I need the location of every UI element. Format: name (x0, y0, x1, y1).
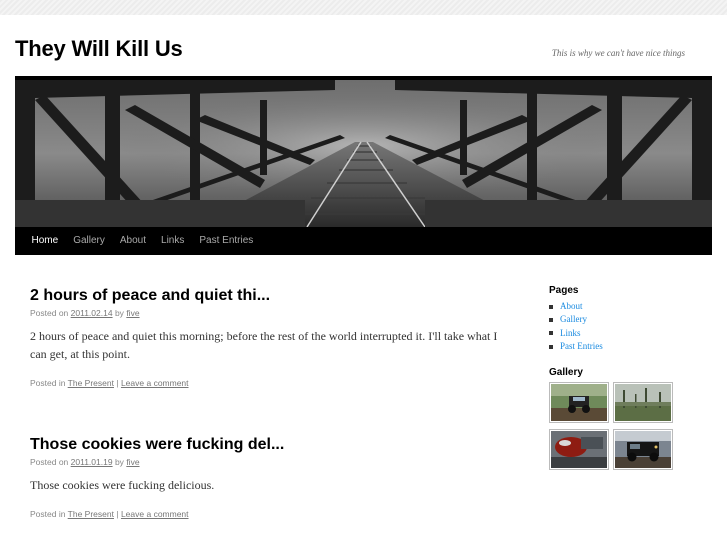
posted-on-label: Posted on (30, 308, 69, 318)
post-title-link[interactable]: 2 hours of peace and quiet thi... (30, 286, 500, 306)
sidebar-link-links[interactable]: Links (560, 327, 581, 340)
nav-links[interactable]: Links (154, 227, 192, 255)
sidebar-link-gallery[interactable]: Gallery (560, 313, 587, 326)
header-banner-image (15, 80, 712, 227)
list-item: Gallery (549, 313, 709, 326)
bullet-icon (549, 317, 553, 322)
gallery-grid (549, 382, 709, 471)
post-content: 2 hours of peace and quiet this morning;… (30, 329, 498, 361)
category-link[interactable]: The Present (68, 378, 114, 388)
list-item: Links (549, 327, 709, 340)
footer-separator: | (116, 509, 119, 519)
post-date-link[interactable]: 2011.02.14 (71, 308, 113, 318)
author-link[interactable]: five (126, 457, 139, 467)
posted-in-label: Posted in (30, 378, 66, 388)
post-footer: Posted in The Present | Leave a comment (30, 378, 500, 388)
jeep-mud-image (551, 384, 607, 422)
post: 2 hours of peace and quiet thi... Posted… (30, 286, 500, 388)
bullet-icon (549, 344, 553, 349)
black-jeep-image (615, 431, 671, 469)
posted-in-label: Posted in (30, 509, 66, 519)
post-footer: Posted in The Present | Leave a comment (30, 509, 500, 519)
list-item: Past Entries (549, 340, 709, 353)
posted-on-label: Posted on (30, 457, 69, 467)
bullet-icon (549, 304, 553, 309)
gallery-thumbnail[interactable] (549, 382, 609, 424)
author-link[interactable]: five (126, 308, 139, 318)
site-description: This is why we can't have nice things (551, 48, 685, 58)
sidebar: Pages About Gallery Links Past Entries G… (549, 285, 709, 471)
post-date-link[interactable]: 2011.01.19 (71, 457, 113, 467)
pages-widget-title: Pages (549, 285, 579, 296)
red-truck-image (551, 431, 607, 469)
pages-list: About Gallery Links Past Entries (549, 300, 709, 353)
gallery-thumbnail[interactable] (613, 382, 673, 424)
by-label: by (114, 308, 124, 318)
gallery-widget-title: Gallery (549, 367, 583, 379)
gallery-thumbnail[interactable] (549, 429, 609, 471)
by-label: by (114, 457, 124, 467)
leave-comment-link[interactable]: Leave a comment (121, 509, 189, 519)
main-navigation: Home Gallery About Links Past Entries (15, 227, 712, 255)
post-meta: Posted on 2011.01.19 by five (30, 457, 500, 467)
nav-gallery[interactable]: Gallery (66, 227, 113, 255)
sidebar-link-past-entries[interactable]: Past Entries (560, 340, 603, 353)
post-meta: Posted on 2011.02.14 by five (30, 308, 500, 318)
site-title[interactable]: They Will Kill Us (15, 36, 183, 62)
category-link[interactable]: The Present (68, 509, 114, 519)
leave-comment-link[interactable]: Leave a comment (121, 378, 189, 388)
list-item: About (549, 300, 709, 313)
bullet-icon (549, 331, 553, 336)
gallery-thumbnail[interactable] (613, 429, 673, 471)
sidebar-link-about[interactable]: About (560, 300, 583, 313)
footer-separator: | (116, 378, 119, 388)
post-content: Those cookies were fucking delicious. (30, 478, 215, 492)
post-title-link[interactable]: Those cookies were fucking del... (30, 435, 500, 455)
page-wrapper: They Will Kill Us This is why we can't h… (0, 15, 727, 545)
nav-home[interactable]: Home (24, 227, 66, 255)
forest-image (615, 384, 671, 422)
nav-about[interactable]: About (112, 227, 153, 255)
post: Those cookies were fucking del... Posted… (30, 435, 500, 519)
nav-past-entries[interactable]: Past Entries (192, 227, 261, 255)
